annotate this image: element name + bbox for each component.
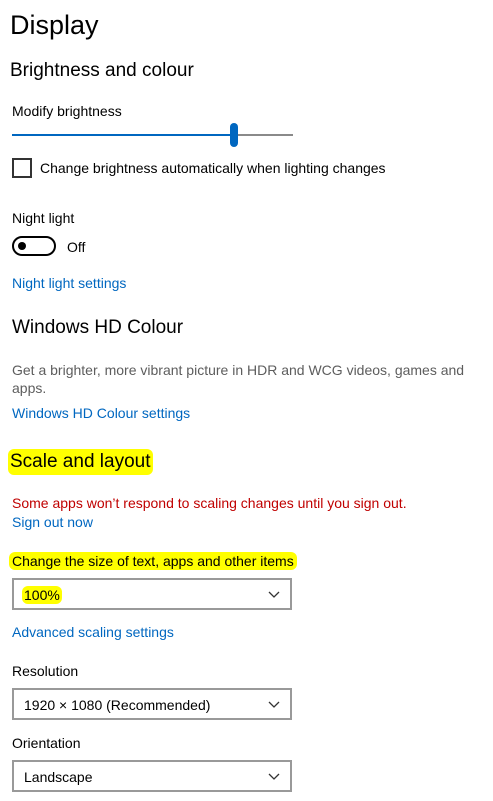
orientation-label: Orientation	[12, 735, 81, 751]
brightness-slider[interactable]	[12, 122, 293, 148]
sign-out-now-link[interactable]: Sign out now	[12, 513, 93, 531]
hd-colour-heading: Windows HD Colour	[12, 317, 184, 338]
resolution-dropdown[interactable]: 1920 × 1080 (Recommended)	[12, 688, 292, 720]
auto-brightness-label: Change brightness automatically when lig…	[40, 160, 386, 176]
chevron-down-icon	[268, 591, 280, 598]
hd-colour-settings-link[interactable]: Windows HD Colour settings	[12, 404, 190, 422]
chevron-down-icon	[268, 773, 280, 780]
slider-fill	[12, 134, 234, 136]
sign-out-warning: Some apps won’t respond to scaling chang…	[12, 495, 407, 511]
night-light-label: Night light	[12, 210, 75, 226]
auto-brightness-checkbox[interactable]	[12, 158, 32, 178]
night-light-state: Off	[67, 239, 86, 255]
night-light-toggle[interactable]	[12, 236, 56, 256]
chevron-down-icon	[268, 701, 280, 708]
brightness-heading: Brightness and colour	[10, 60, 194, 81]
orientation-dropdown-value: Landscape	[24, 769, 93, 785]
brightness-slider-label: Modify brightness	[12, 103, 122, 119]
resolution-dropdown-value: 1920 × 1080 (Recommended)	[24, 697, 211, 713]
advanced-scaling-link[interactable]: Advanced scaling settings	[12, 623, 174, 641]
scale-layout-heading: Scale and layout	[8, 449, 153, 475]
size-label: Change the size of text, apps and other …	[9, 552, 297, 570]
resolution-label: Resolution	[12, 663, 79, 679]
slider-thumb[interactable]	[229, 123, 238, 147]
scale-dropdown-value: 100%	[22, 586, 62, 604]
scale-dropdown[interactable]: 100%	[12, 578, 292, 610]
night-light-settings-link[interactable]: Night light settings	[12, 274, 126, 292]
hd-colour-description: Get a brighter, more vibrant picture in …	[12, 362, 465, 396]
page-title: Display	[10, 10, 99, 40]
toggle-knob	[18, 242, 26, 250]
orientation-dropdown[interactable]: Landscape	[12, 760, 292, 792]
